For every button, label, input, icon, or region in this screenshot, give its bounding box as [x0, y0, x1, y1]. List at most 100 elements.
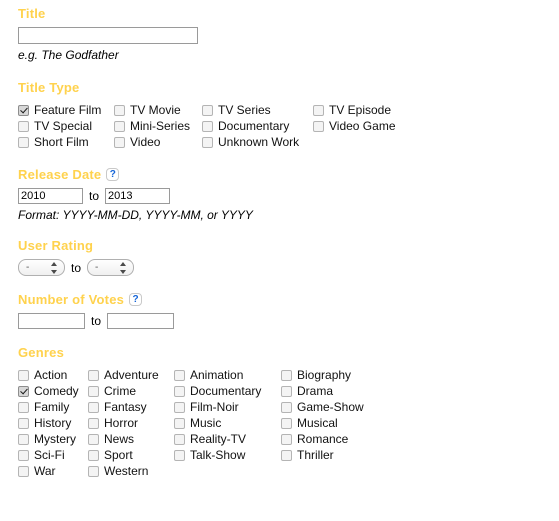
- title-type-section: Title Type Feature Film TV Movie TV Series…: [0, 62, 559, 149]
- release-date-from-input[interactable]: [18, 188, 83, 204]
- checkbox-unchecked-icon[interactable]: [281, 385, 292, 397]
- checkbox-item[interactable]: Documentary: [174, 384, 281, 398]
- checkbox-unchecked-icon[interactable]: [18, 369, 29, 381]
- checkbox-item[interactable]: Reality-TV: [174, 432, 281, 446]
- checkbox-unchecked-icon[interactable]: [174, 417, 185, 429]
- checkbox-unchecked-icon[interactable]: [174, 369, 185, 381]
- checkbox-item[interactable]: Sport: [88, 448, 174, 462]
- checkbox-item[interactable]: Short Film: [18, 135, 114, 149]
- checkbox-item[interactable]: Western: [88, 464, 174, 478]
- checkbox-unchecked-icon[interactable]: [18, 433, 29, 445]
- checkbox-item[interactable]: Sci-Fi: [18, 448, 88, 462]
- user-rating-heading: User Rating: [18, 238, 94, 253]
- checkbox-unchecked-icon[interactable]: [281, 417, 292, 429]
- checkbox-unchecked-icon[interactable]: [174, 433, 185, 445]
- checkbox-unchecked-icon[interactable]: [88, 369, 99, 381]
- checkbox-unchecked-icon[interactable]: [202, 120, 213, 132]
- checkbox-item[interactable]: Film-Noir: [174, 400, 281, 414]
- checkbox-unchecked-icon[interactable]: [18, 417, 29, 429]
- checkbox-item[interactable]: Drama: [281, 384, 559, 398]
- checkbox-item[interactable]: War: [18, 464, 88, 478]
- checkbox-unchecked-icon[interactable]: [114, 136, 125, 148]
- checkbox-unchecked-icon[interactable]: [281, 401, 292, 413]
- checkbox-item[interactable]: Comedy: [18, 384, 88, 398]
- checkbox-item[interactable]: Biography: [281, 368, 559, 382]
- checkbox-item[interactable]: Crime: [88, 384, 174, 398]
- checkbox-unchecked-icon[interactable]: [18, 136, 29, 148]
- checkbox-label: Horror: [104, 416, 139, 430]
- checkbox-unchecked-icon[interactable]: [18, 401, 29, 413]
- checkbox-unchecked-icon[interactable]: [114, 120, 125, 132]
- checkbox-item[interactable]: TV Episode: [313, 103, 559, 117]
- checkbox-unchecked-icon[interactable]: [88, 417, 99, 429]
- checkbox-unchecked-icon[interactable]: [114, 104, 125, 116]
- checkbox-label: Crime: [104, 384, 136, 398]
- checkbox-unchecked-icon[interactable]: [202, 104, 213, 116]
- checkbox-label: TV Episode: [329, 103, 392, 117]
- checkbox-checked-icon[interactable]: [18, 104, 29, 116]
- release-date-to-input[interactable]: [105, 188, 171, 204]
- checkbox-checked-icon[interactable]: [18, 385, 29, 397]
- checkbox-item[interactable]: Horror: [88, 416, 174, 430]
- checkbox-item[interactable]: Romance: [281, 432, 559, 446]
- checkbox-item[interactable]: Music: [174, 416, 281, 430]
- user-rating-to-label: to: [71, 260, 82, 275]
- number-of-votes-from-input[interactable]: [18, 313, 85, 329]
- question-mark-icon[interactable]: ?: [106, 168, 120, 181]
- checkbox-item[interactable]: Mini-Series: [114, 119, 202, 133]
- checkbox-item[interactable]: News: [88, 432, 174, 446]
- checkbox-item[interactable]: TV Series: [202, 103, 313, 117]
- checkbox-item[interactable]: Adventure: [88, 368, 174, 382]
- checkbox-unchecked-icon[interactable]: [88, 401, 99, 413]
- checkbox-item[interactable]: Video Game: [313, 119, 559, 133]
- checkbox-item[interactable]: Musical: [281, 416, 559, 430]
- checkbox-item[interactable]: History: [18, 416, 88, 430]
- checkbox-item[interactable]: Unknown Work: [202, 135, 313, 149]
- checkbox-item[interactable]: Animation: [174, 368, 281, 382]
- checkbox-label: Feature Film: [34, 103, 102, 117]
- checkbox-item[interactable]: Family: [18, 400, 88, 414]
- checkbox-item[interactable]: Mystery: [18, 432, 88, 446]
- checkbox-unchecked-icon[interactable]: [88, 465, 99, 477]
- advanced-title-search-form: Title e.g. The Godfather Title Type Feat…: [0, 0, 559, 478]
- checkbox-unchecked-icon[interactable]: [281, 449, 292, 461]
- title-type-heading-row: Title Type: [18, 80, 559, 95]
- release-date-heading: Release Date: [18, 167, 102, 182]
- checkbox-unchecked-icon[interactable]: [88, 433, 99, 445]
- checkbox-unchecked-icon[interactable]: [202, 136, 213, 148]
- checkbox-unchecked-icon[interactable]: [18, 465, 29, 477]
- question-mark-icon[interactable]: ?: [129, 293, 143, 306]
- number-of-votes-section: Number of Votes ? to: [0, 276, 559, 329]
- checkbox-label: Western: [104, 464, 149, 478]
- checkbox-unchecked-icon[interactable]: [174, 385, 185, 397]
- checkbox-unchecked-icon[interactable]: [281, 369, 292, 381]
- checkbox-item[interactable]: Talk-Show: [174, 448, 281, 462]
- checkbox-unchecked-icon[interactable]: [18, 449, 29, 461]
- checkbox-item[interactable]: Feature Film: [18, 103, 114, 117]
- checkbox-item[interactable]: Documentary: [202, 119, 313, 133]
- genres-heading: Genres: [18, 345, 65, 360]
- checkbox-item[interactable]: Fantasy: [88, 400, 174, 414]
- checkbox-unchecked-icon[interactable]: [313, 120, 324, 132]
- checkbox-unchecked-icon[interactable]: [18, 120, 29, 132]
- checkbox-item[interactable]: TV Special: [18, 119, 114, 133]
- title-input[interactable]: [18, 27, 198, 44]
- checkbox-label: Mini-Series: [130, 119, 191, 133]
- checkbox-unchecked-icon[interactable]: [88, 385, 99, 397]
- checkbox-label: Film-Noir: [190, 400, 239, 414]
- checkbox-unchecked-icon[interactable]: [174, 449, 185, 461]
- user-rating-from-select[interactable]: -: [18, 259, 65, 276]
- user-rating-to-select[interactable]: -: [87, 259, 135, 276]
- checkbox-item[interactable]: Action: [18, 368, 88, 382]
- checkbox-item[interactable]: TV Movie: [114, 103, 202, 117]
- checkbox-unchecked-icon[interactable]: [174, 401, 185, 413]
- checkbox-item[interactable]: Video: [114, 135, 202, 149]
- checkbox-item[interactable]: Game-Show: [281, 400, 559, 414]
- checkbox-unchecked-icon[interactable]: [313, 104, 324, 116]
- checkbox-item[interactable]: Thriller: [281, 448, 559, 462]
- checkbox-label: Mystery: [34, 432, 76, 446]
- checkbox-label: TV Movie: [130, 103, 181, 117]
- checkbox-unchecked-icon[interactable]: [281, 433, 292, 445]
- checkbox-unchecked-icon[interactable]: [88, 449, 99, 461]
- number-of-votes-to-input[interactable]: [107, 313, 175, 329]
